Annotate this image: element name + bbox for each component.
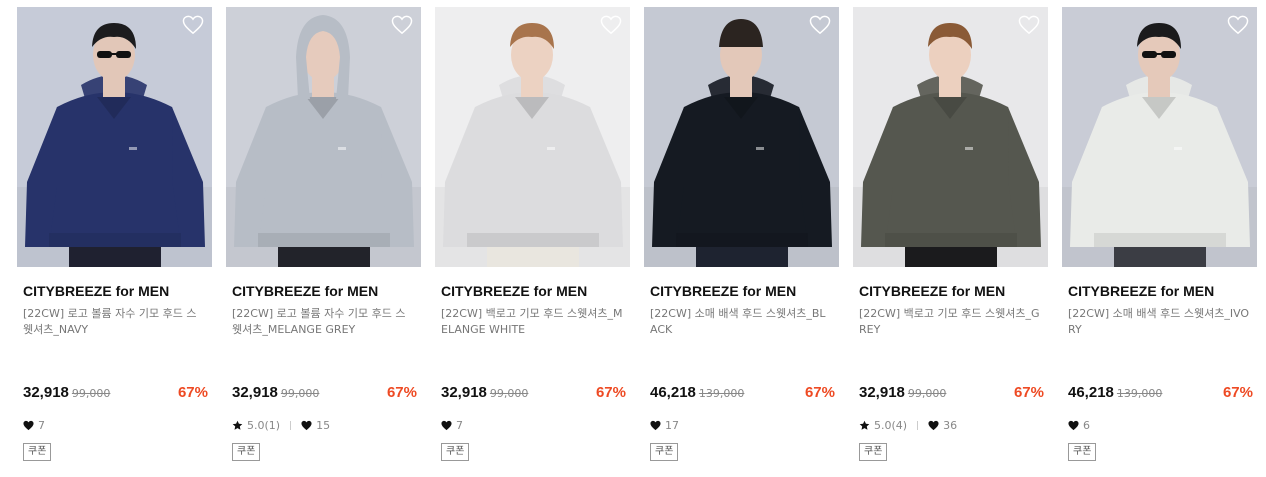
product-photo[interactable]	[17, 7, 212, 267]
discount-rate: 67%	[804, 384, 835, 401]
discount-rate: 67%	[177, 384, 208, 401]
product-card-6[interactable]: CITYBREEZE for MEN [22CW] 소매 배색 후드 스웻셔츠_…	[1062, 7, 1257, 461]
like-count-value: 7	[38, 419, 45, 432]
price-row: 32,918 99,000 67%	[859, 384, 1044, 401]
brand-name[interactable]: CITYBREEZE for MEN	[859, 283, 1042, 299]
product-grid: CITYBREEZE for MEN [22CW] 로고 볼륨 자수 기모 후드…	[17, 7, 1257, 461]
sale-price: 32,918	[23, 384, 69, 401]
heart-filled-icon	[650, 420, 661, 431]
heart-filled-icon	[928, 420, 939, 431]
rating-value: 5.0(1)	[247, 419, 281, 432]
coupon-badge: 쿠폰	[232, 443, 261, 461]
product-stats: 7	[441, 419, 463, 432]
product-stats: 7	[23, 419, 45, 432]
original-price: 99,000	[280, 387, 320, 400]
like-count-value: 7	[456, 419, 463, 432]
coupon-badge: 쿠폰	[1068, 443, 1097, 461]
product-name[interactable]: [22CW] 로고 볼륨 자수 기모 후드 스웻셔츠_MELANGE GREY	[232, 306, 415, 338]
like-count-value: 15	[316, 419, 331, 432]
like-count: 15	[301, 419, 330, 432]
product-stats: 5.0(4) 36	[859, 419, 957, 432]
brand-name[interactable]: CITYBREEZE for MEN	[232, 283, 415, 299]
product-image[interactable]	[853, 7, 1048, 267]
heart-outline-icon[interactable]	[391, 15, 413, 35]
like-count: 6	[1068, 419, 1090, 432]
product-card-1[interactable]: CITYBREEZE for MEN [22CW] 로고 볼륨 자수 기모 후드…	[17, 7, 212, 461]
brand-name[interactable]: CITYBREEZE for MEN	[441, 283, 624, 299]
product-name[interactable]: [22CW] 백로고 기모 후드 스웻셔츠_MELANGE WHITE	[441, 306, 624, 338]
sale-price: 32,918	[859, 384, 905, 401]
rating: 5.0(4)	[859, 419, 907, 432]
product-photo[interactable]	[1062, 7, 1257, 267]
product-image[interactable]	[435, 7, 630, 267]
heart-outline-icon[interactable]	[1018, 15, 1040, 35]
sale-price: 46,218	[650, 384, 696, 401]
discount-rate: 67%	[1222, 384, 1253, 401]
heart-filled-icon	[1068, 420, 1079, 431]
product-stats: 6	[1068, 419, 1090, 432]
original-price: 99,000	[489, 387, 529, 400]
heart-filled-icon	[441, 420, 452, 431]
discount-rate: 67%	[386, 384, 417, 401]
price-row: 46,218 139,000 67%	[1068, 384, 1253, 401]
coupon-badge: 쿠폰	[23, 443, 52, 461]
heart-outline-icon[interactable]	[809, 15, 831, 35]
product-stats: 17	[650, 419, 679, 432]
like-count-value: 17	[665, 419, 679, 432]
product-name[interactable]: [22CW] 소매 배색 후드 스웻셔츠_IVORY	[1068, 306, 1251, 338]
product-card-3[interactable]: CITYBREEZE for MEN [22CW] 백로고 기모 후드 스웻셔츠…	[435, 7, 630, 461]
original-price: 139,000	[698, 387, 745, 400]
brand-name[interactable]: CITYBREEZE for MEN	[23, 283, 206, 299]
original-price: 139,000	[1116, 387, 1163, 400]
star-icon	[859, 420, 870, 430]
product-name[interactable]: [22CW] 백로고 기모 후드 스웻셔츠_GREY	[859, 306, 1042, 338]
product-name[interactable]: [22CW] 소매 배색 후드 스웻셔츠_BLACK	[650, 306, 833, 338]
product-card-5[interactable]: CITYBREEZE for MEN [22CW] 백로고 기모 후드 스웻셔츠…	[853, 7, 1048, 461]
original-price: 99,000	[907, 387, 947, 400]
product-card-2[interactable]: CITYBREEZE for MEN [22CW] 로고 볼륨 자수 기모 후드…	[226, 7, 421, 461]
product-image[interactable]	[226, 7, 421, 267]
star-icon	[232, 420, 243, 430]
like-count-value: 36	[943, 419, 958, 432]
heart-outline-icon[interactable]	[182, 15, 204, 35]
divider	[290, 421, 292, 430]
like-count-value: 6	[1083, 419, 1090, 432]
rating-value: 5.0(4)	[874, 419, 908, 432]
product-card-4[interactable]: CITYBREEZE for MEN [22CW] 소매 배색 후드 스웻셔츠_…	[644, 7, 839, 461]
heart-filled-icon	[23, 420, 34, 431]
product-image[interactable]	[1062, 7, 1257, 267]
product-photo[interactable]	[644, 7, 839, 267]
discount-rate: 67%	[1013, 384, 1044, 401]
brand-name[interactable]: CITYBREEZE for MEN	[1068, 283, 1251, 299]
sale-price: 32,918	[232, 384, 278, 401]
price-row: 32,918 99,000 67%	[441, 384, 626, 401]
like-count: 17	[650, 419, 679, 432]
heart-filled-icon	[301, 420, 312, 431]
product-image[interactable]	[644, 7, 839, 267]
price-row: 46,218 139,000 67%	[650, 384, 835, 401]
divider	[917, 421, 919, 430]
brand-name[interactable]: CITYBREEZE for MEN	[650, 283, 833, 299]
price-row: 32,918 99,000 67%	[232, 384, 417, 401]
coupon-badge: 쿠폰	[650, 443, 679, 461]
like-count: 7	[441, 419, 463, 432]
product-image[interactable]	[17, 7, 212, 267]
like-count: 7	[23, 419, 45, 432]
like-count: 36	[928, 419, 957, 432]
product-name[interactable]: [22CW] 로고 볼륨 자수 기모 후드 스웻셔츠_NAVY	[23, 306, 206, 338]
original-price: 99,000	[71, 387, 111, 400]
product-photo[interactable]	[226, 7, 421, 267]
sale-price: 32,918	[441, 384, 487, 401]
heart-outline-icon[interactable]	[1227, 15, 1249, 35]
rating: 5.0(1)	[232, 419, 280, 432]
product-photo[interactable]	[435, 7, 630, 267]
discount-rate: 67%	[595, 384, 626, 401]
coupon-badge: 쿠폰	[441, 443, 470, 461]
heart-outline-icon[interactable]	[600, 15, 622, 35]
price-row: 32,918 99,000 67%	[23, 384, 208, 401]
coupon-badge: 쿠폰	[859, 443, 888, 461]
product-stats: 5.0(1) 15	[232, 419, 330, 432]
product-photo[interactable]	[853, 7, 1048, 267]
sale-price: 46,218	[1068, 384, 1114, 401]
